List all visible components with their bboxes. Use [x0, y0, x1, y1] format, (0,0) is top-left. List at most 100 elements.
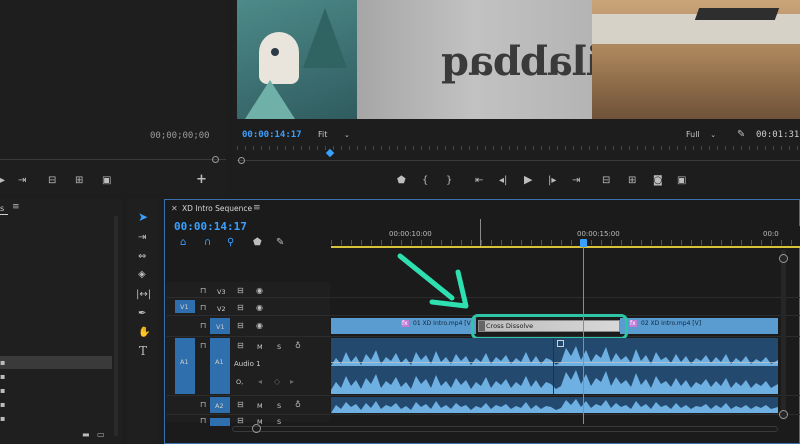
linked-icon[interactable]: ⚲	[227, 238, 234, 248]
microphone-icon[interactable]: ♁	[295, 341, 301, 350]
sync-lock-icon[interactable]: ⊟	[237, 400, 244, 409]
wrench-icon[interactable]: ✎	[737, 130, 745, 140]
source-playhead-dot[interactable]	[212, 156, 219, 163]
step-forward-icon[interactable]: |▸	[548, 176, 556, 186]
prev-keyframe-icon[interactable]: ◂	[258, 377, 262, 386]
folder-icon[interactable]: ▬	[82, 430, 90, 439]
go-to-in-icon[interactable]: ⇤	[475, 176, 483, 186]
close-icon[interactable]: ✕	[171, 204, 178, 213]
program-playhead[interactable]	[325, 148, 335, 158]
fx-badge: fx	[629, 320, 637, 327]
mark-out-icon[interactable]: }	[446, 176, 452, 186]
audio-volume-line[interactable]	[331, 362, 778, 363]
extract-icon[interactable]: ⊞	[628, 176, 636, 186]
new-item-icon[interactable]: ▭	[97, 430, 105, 439]
timeline-zoom-scrollbar[interactable]	[232, 426, 778, 432]
timeline-playhead-head[interactable]	[580, 239, 587, 247]
ruler-ticks	[331, 240, 800, 245]
timeline-tab-title[interactable]: XD Intro Sequence	[182, 204, 252, 213]
lock-icon[interactable]: ⊓	[200, 416, 206, 425]
keyframe-icon[interactable]: ◇	[274, 377, 280, 386]
program-scrub-ticks[interactable]	[237, 146, 800, 150]
track-separator	[166, 395, 800, 396]
hand-icon[interactable]: ✋	[138, 328, 150, 338]
sync-lock-icon[interactable]: ⊟	[237, 341, 244, 350]
program-scrubber[interactable]	[237, 160, 800, 161]
insert-icon[interactable]: ⊟	[48, 176, 56, 186]
project-scrollbar[interactable]	[114, 216, 118, 436]
fit-dropdown[interactable]: Fit ⌄	[318, 130, 350, 139]
overwrite-icon[interactable]: ⊞	[75, 176, 83, 186]
sync-lock-icon[interactable]: ⊟	[237, 321, 244, 330]
program-timecode[interactable]: 00:00:14:17	[242, 130, 302, 140]
export-frame-icon[interactable]: ▣	[102, 176, 111, 186]
solo-button[interactable]: S	[277, 343, 281, 351]
lock-icon[interactable]: ⊓	[200, 341, 206, 350]
compare-icon[interactable]: ▣	[677, 176, 686, 186]
scroll-handle-bottom[interactable]	[779, 410, 788, 419]
eye-icon[interactable]: ◉	[256, 286, 263, 295]
video-keyboard	[694, 8, 780, 20]
program-duration: 00:01:31:	[756, 130, 800, 140]
settings-wrench-icon[interactable]: ✎	[276, 238, 284, 248]
track-select-icon[interactable]: ⇥	[138, 233, 146, 243]
selection-tool-icon[interactable]: ➤	[138, 211, 148, 223]
camera-icon[interactable]: ◙	[653, 176, 663, 186]
audio-track-name: Audio 1	[234, 360, 261, 368]
pen-icon[interactable]: ✒	[138, 309, 146, 319]
mute-button[interactable]: M	[257, 343, 263, 351]
sync-lock-icon[interactable]: ⊟	[237, 286, 244, 295]
program-scrub-start-dot[interactable]	[238, 157, 245, 164]
audio-clip-a2[interactable]	[331, 397, 778, 413]
lock-icon[interactable]: ⊓	[200, 321, 206, 330]
audio-clip-a1[interactable]	[331, 338, 778, 394]
mute-button[interactable]: M	[257, 402, 263, 410]
track-separator	[166, 414, 800, 415]
timeline-playhead-line[interactable]	[583, 247, 584, 424]
lift-icon[interactable]: ⊟	[602, 176, 610, 186]
project-list-highlight[interactable]	[0, 356, 112, 369]
sync-lock-icon[interactable]: ⊟	[237, 416, 244, 425]
ripple-edit-icon[interactable]: ⇔	[138, 252, 146, 262]
eye-icon[interactable]: ◉	[256, 303, 263, 312]
step-forward-icon[interactable]: ▸	[0, 176, 5, 186]
sync-lock-icon[interactable]: ⊟	[237, 303, 244, 312]
go-out-icon[interactable]: ⇥	[18, 176, 26, 186]
slip-icon[interactable]: |↔|	[136, 290, 151, 300]
menu-icon[interactable]: ≡	[253, 203, 261, 213]
step-back-icon[interactable]: ◂|	[499, 176, 507, 186]
track-a3-target[interactable]	[210, 418, 230, 426]
marker-icon[interactable]: ⬟	[397, 176, 406, 186]
nest-icon[interactable]: ⌂	[180, 238, 186, 248]
ruler-marker-line	[480, 219, 481, 246]
source-scrubber[interactable]	[0, 159, 226, 160]
timeline-timecode[interactable]: 00:00:14:17	[174, 220, 247, 233]
lock-icon[interactable]: ⊓	[200, 400, 206, 409]
track-a1-target[interactable]	[210, 338, 230, 394]
eye-icon[interactable]: ◉	[256, 321, 263, 330]
video-tree	[303, 8, 347, 68]
scroll-handle-right[interactable]	[779, 254, 788, 263]
source-a1-patch[interactable]	[175, 338, 195, 394]
menu-icon[interactable]: ≡	[12, 202, 20, 212]
solo-button[interactable]: S	[277, 402, 281, 410]
microphone-icon[interactable]: ♁	[295, 400, 301, 409]
add-button-icon[interactable]: +	[196, 173, 207, 186]
resolution-dropdown[interactable]: Full ⌄	[686, 130, 716, 139]
add-marker-icon[interactable]: ⬟	[253, 238, 262, 248]
project-tab-label[interactable]: s	[0, 204, 4, 213]
next-keyframe-icon[interactable]: ▸	[290, 377, 294, 386]
lock-icon[interactable]: ⊓	[200, 286, 206, 295]
lock-icon[interactable]: ⊓	[200, 303, 206, 312]
mark-in-icon[interactable]: {	[422, 176, 428, 186]
go-to-out-icon[interactable]: ⇥	[572, 176, 580, 186]
scroll-handle-left[interactable]	[252, 424, 261, 433]
play-icon[interactable]: ▶	[524, 174, 532, 185]
razor-icon[interactable]: ◈	[138, 270, 146, 280]
program-video-frame: ilabbaq	[237, 0, 800, 119]
video-character-eye	[271, 48, 279, 56]
solo-button[interactable]: S	[277, 418, 281, 426]
type-tool-icon[interactable]: T	[139, 345, 147, 357]
snap-icon[interactable]: ∩	[204, 238, 211, 248]
timeline-vertical-scrollbar[interactable]	[781, 250, 786, 420]
